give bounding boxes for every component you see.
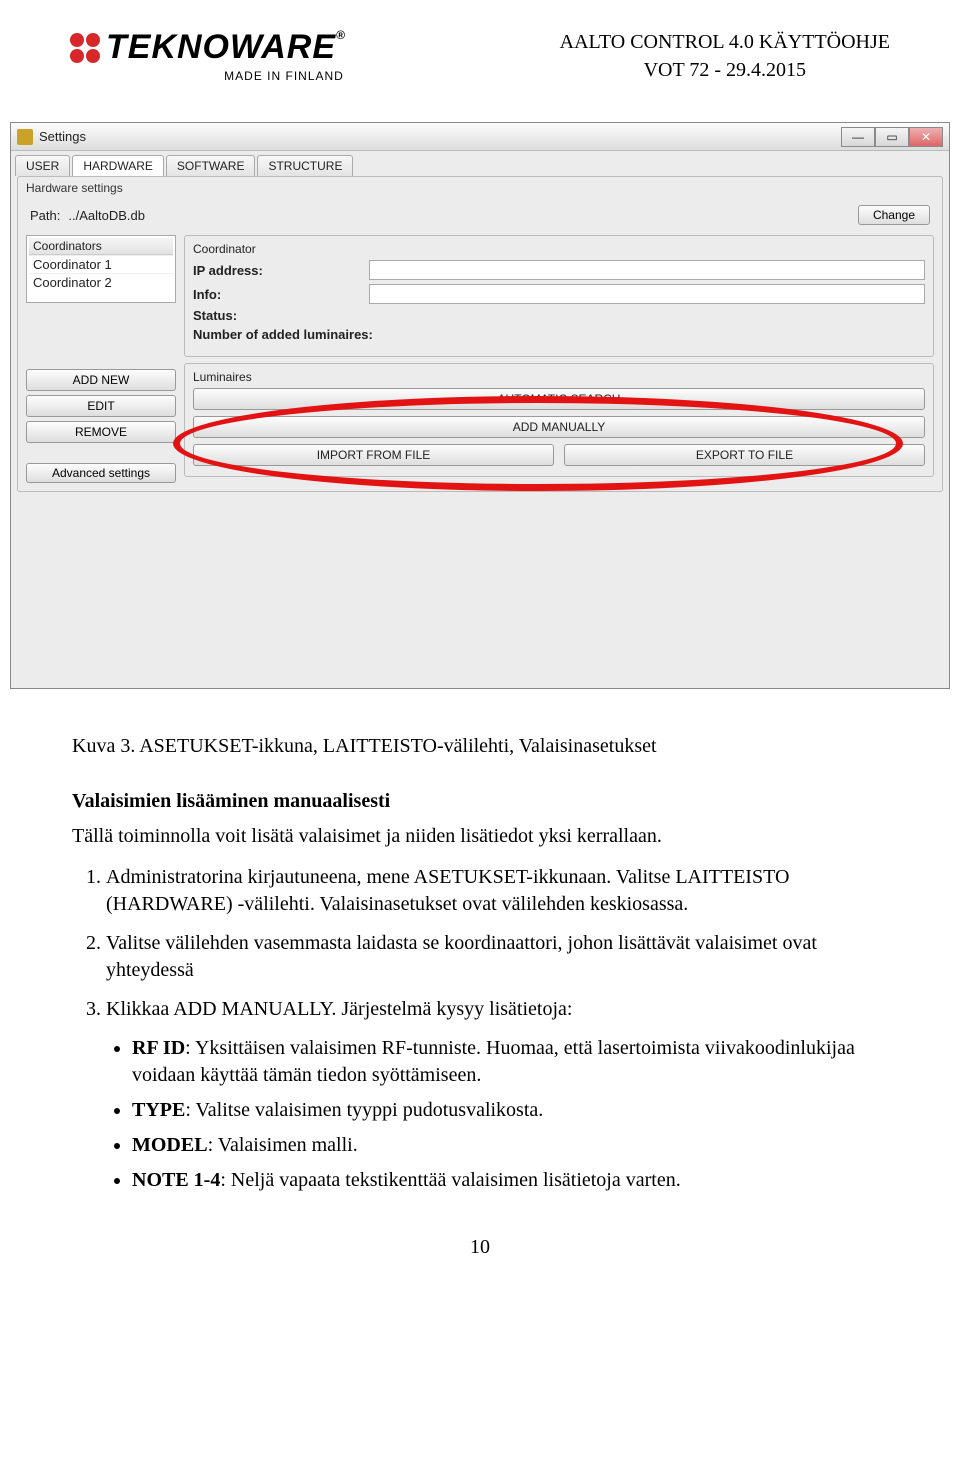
- coordinators-listbox[interactable]: Coordinators Coordinator 1 Coordinator 2: [26, 235, 176, 303]
- hardware-body: Coordinators Coordinator 1 Coordinator 2…: [26, 235, 934, 483]
- bullet-text: : Yksittäisen valaisimen RF-tunniste. Hu…: [132, 1037, 855, 1086]
- list-item[interactable]: Coordinator 2: [29, 273, 173, 291]
- ip-address-input[interactable]: [369, 260, 925, 280]
- figure-caption: Kuva 3. ASETUKSET-ikkuna, LAITTEISTO-väl…: [72, 733, 888, 760]
- add-manually-button[interactable]: ADD MANUALLY: [193, 416, 925, 438]
- logo-dots-icon: [70, 33, 100, 63]
- page-number: 10: [72, 1234, 888, 1261]
- luminaires-buttons: AUTOMATIC SEARCH ADD MANUALLY IMPORT FRO…: [193, 388, 925, 466]
- export-to-file-button[interactable]: EXPORT TO FILE: [564, 444, 925, 466]
- made-in-label: MADE IN FINLAND: [224, 69, 344, 83]
- maximize-button[interactable]: ▭: [875, 127, 909, 147]
- advanced-settings-button[interactable]: Advanced settings: [26, 463, 176, 483]
- window-controls: — ▭ ✕: [841, 127, 943, 147]
- logo-text: TEKNOWARE®: [106, 28, 346, 67]
- coordinator-legend: Coordinator: [193, 242, 925, 256]
- num-luminaires-row: Number of added luminaires:: [193, 327, 925, 342]
- bullet-text: : Valaisimen malli.: [208, 1134, 358, 1156]
- info-label: Info:: [193, 287, 363, 302]
- status-label: Status:: [193, 308, 363, 323]
- document-body: Kuva 3. ASETUKSET-ikkuna, LAITTEISTO-väl…: [0, 709, 960, 1301]
- bullet-bold: NOTE 1-4: [132, 1169, 220, 1191]
- settings-tabs: USER HARDWARE SOFTWARE STRUCTURE: [11, 151, 949, 176]
- import-export-row: IMPORT FROM FILE EXPORT TO FILE: [193, 444, 925, 466]
- path-row: Path: ../AaltoDB.db Change: [26, 201, 934, 235]
- luminaires-legend: Luminaires: [193, 370, 925, 384]
- settings-window: Settings — ▭ ✕ USER HARDWARE SOFTWARE ST…: [10, 122, 950, 689]
- bullet-text: : Neljä vapaata tekstikenttää valaisimen…: [220, 1169, 680, 1191]
- page-header: TEKNOWARE® MADE IN FINLAND AALTO CONTROL…: [0, 0, 960, 92]
- doc-title-line1: AALTO CONTROL 4.0 KÄYTTÖOHJE: [560, 28, 890, 56]
- steps-list: Administratorina kirjautuneena, mene ASE…: [72, 864, 888, 1023]
- logo-name: TEKNOWARE: [106, 28, 336, 66]
- section-subheading: Valaisimien lisääminen manuaalisesti: [72, 788, 888, 815]
- ip-address-label: IP address:: [193, 263, 363, 278]
- tab-hardware[interactable]: HARDWARE: [72, 155, 164, 176]
- left-buttons: ADD NEW EDIT REMOVE: [26, 369, 176, 443]
- bullet-text: : Valitse valaisimen tyyppi pudotusvalik…: [185, 1099, 543, 1121]
- tab-software[interactable]: SOFTWARE: [166, 155, 256, 176]
- list-item: Klikkaa ADD MANUALLY. Järjestelmä kysyy …: [106, 996, 888, 1023]
- remove-button[interactable]: REMOVE: [26, 421, 176, 443]
- bullet-bold: TYPE: [132, 1099, 185, 1121]
- window-empty-area: [11, 498, 949, 688]
- bullet-bold: RF ID: [132, 1037, 185, 1059]
- status-row: Status:: [193, 308, 925, 323]
- path-label: Path:: [30, 208, 60, 223]
- registered-icon: ®: [336, 28, 346, 42]
- list-item: TYPE: Valitse valaisimen tyyppi pudotusv…: [132, 1097, 888, 1124]
- doc-title-line2: VOT 72 - 29.4.2015: [560, 56, 890, 84]
- listbox-header: Coordinators: [29, 238, 173, 255]
- bullet-bold: MODEL: [132, 1134, 208, 1156]
- minimize-button[interactable]: —: [841, 127, 875, 147]
- list-item: RF ID: Yksittäisen valaisimen RF-tunnist…: [132, 1035, 888, 1089]
- window-title: Settings: [39, 129, 86, 144]
- screenshot-figure: Settings — ▭ ✕ USER HARDWARE SOFTWARE ST…: [10, 122, 950, 689]
- tab-structure[interactable]: STRUCTURE: [257, 155, 353, 176]
- group-legend: Hardware settings: [26, 181, 934, 195]
- list-item: NOTE 1-4: Neljä vapaata tekstikenttää va…: [132, 1167, 888, 1194]
- edit-button[interactable]: EDIT: [26, 395, 176, 417]
- logo-block: TEKNOWARE® MADE IN FINLAND: [70, 28, 346, 83]
- path-value: ../AaltoDB.db: [68, 208, 145, 223]
- logo: TEKNOWARE®: [70, 28, 346, 67]
- luminaires-box: Luminaires AUTOMATIC SEARCH ADD MANUALLY…: [184, 363, 934, 477]
- coordinator-box: Coordinator IP address: Info: Status:: [184, 235, 934, 357]
- add-new-button[interactable]: ADD NEW: [26, 369, 176, 391]
- close-button[interactable]: ✕: [909, 127, 943, 147]
- import-from-file-button[interactable]: IMPORT FROM FILE: [193, 444, 554, 466]
- left-column: Coordinators Coordinator 1 Coordinator 2…: [26, 235, 176, 483]
- app-icon: [17, 129, 33, 145]
- doc-meta: AALTO CONTROL 4.0 KÄYTTÖOHJE VOT 72 - 29…: [560, 28, 890, 84]
- list-item: Valitse välilehden vasemmasta laidasta s…: [106, 930, 888, 984]
- automatic-search-button[interactable]: AUTOMATIC SEARCH: [193, 388, 925, 410]
- info-row: Info:: [193, 284, 925, 304]
- intro-paragraph: Tällä toiminnolla voit lisätä valaisimet…: [72, 823, 888, 850]
- num-luminaires-label: Number of added luminaires:: [193, 327, 373, 342]
- titlebar[interactable]: Settings — ▭ ✕: [11, 123, 949, 151]
- hardware-settings-group: Hardware settings Path: ../AaltoDB.db Ch…: [17, 176, 943, 492]
- ip-address-row: IP address:: [193, 260, 925, 280]
- info-input[interactable]: [369, 284, 925, 304]
- list-item: Administratorina kirjautuneena, mene ASE…: [106, 864, 888, 918]
- list-item[interactable]: Coordinator 1: [29, 255, 173, 273]
- change-button[interactable]: Change: [858, 205, 930, 225]
- right-column: Coordinator IP address: Info: Status:: [184, 235, 934, 483]
- tab-user[interactable]: USER: [15, 155, 70, 176]
- bullets-list: RF ID: Yksittäisen valaisimen RF-tunnist…: [72, 1035, 888, 1194]
- list-item: MODEL: Valaisimen malli.: [132, 1132, 888, 1159]
